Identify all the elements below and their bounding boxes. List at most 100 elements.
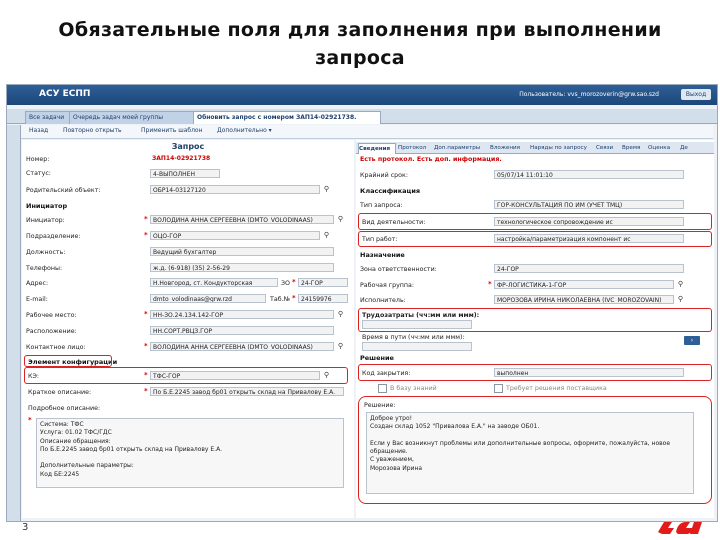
zone-label: Зона ответственности: xyxy=(360,266,437,273)
highlight-solution xyxy=(358,396,712,504)
tabno-field[interactable]: 24159976 xyxy=(298,294,348,303)
panel-title: Запрос xyxy=(171,142,205,151)
initiator-label: Инициатор: xyxy=(26,217,65,224)
detail-line: Дополнительные параметры: xyxy=(40,462,134,470)
number-value: ЗАП14-02921738 xyxy=(152,155,211,162)
apply-template-button[interactable]: Применить шаблон xyxy=(141,127,203,134)
tab-details[interactable]: Сведения xyxy=(358,143,396,154)
vendor-label: Требует решения поставщика xyxy=(506,385,607,392)
toolbar: Назад Повторно открыть Применить шаблон … xyxy=(21,125,713,139)
phones-field[interactable]: ж.д. (6-918) (35) 2-56-29 xyxy=(150,263,334,272)
contact-label: Контактное лицо: xyxy=(26,344,86,351)
tab-protocol[interactable]: Протокол xyxy=(398,143,432,153)
waittime-label: Время в пути (чч:мм или ммм): xyxy=(362,334,465,341)
zo-field[interactable]: 24-ГОР xyxy=(298,278,348,287)
left-strip xyxy=(7,125,21,521)
executor-label: Исполнитель: xyxy=(360,297,406,304)
position-label: Должность: xyxy=(26,249,66,256)
required-star: * xyxy=(144,215,148,223)
group-label: Рабочая группа: xyxy=(360,282,415,289)
tab-extra-params[interactable]: Доп.параметры xyxy=(434,143,488,153)
detail-desc-textarea[interactable]: Система: ТФС Услуга: 01.02 ТФС/ГДС Описа… xyxy=(36,418,344,488)
required-star: * xyxy=(488,280,492,288)
details-panel: Сведения Протокол Доп.параметры Вложения… xyxy=(356,140,714,518)
tabno-label: Таб.№ xyxy=(270,296,291,303)
executor-field[interactable]: МОРОЗОВА ИРИНА НИКОЛАЕВНА (IVC_MOROZOVAI… xyxy=(494,295,674,304)
tab-update-request[interactable]: Обновить запрос с номером ЗАП14-02921738… xyxy=(193,111,381,124)
back-button[interactable]: Назад xyxy=(29,127,48,134)
status-field[interactable]: 4-ВЫПОЛНЕН xyxy=(150,169,220,178)
req-type-field[interactable]: ГОР-КОНСУЛЬТАЦИЯ ПО ИМ (УЧЕТ ТМЦ) xyxy=(494,200,684,209)
deadline-field[interactable]: 05/07/14 11:01:10 xyxy=(494,170,684,179)
highlight-close-code xyxy=(358,364,712,381)
parent-field[interactable]: ОБР14-03127120 xyxy=(150,185,320,194)
main-tabs: Все задачи Очередь задач моей группы Обн… xyxy=(7,109,717,124)
rzd-logo xyxy=(658,522,702,534)
status-label: Статус: xyxy=(26,170,51,177)
required-star: * xyxy=(144,310,148,318)
app-window: АСУ ЕСПП Пользователь: vvs_morozoverin@g… xyxy=(6,84,718,522)
tab-all-tasks[interactable]: Все задачи xyxy=(25,111,73,124)
highlight-ke xyxy=(24,367,348,384)
tab-rating[interactable]: Оценка xyxy=(648,143,678,153)
page-number: 3 xyxy=(22,522,29,533)
tab-orders[interactable]: Наряды по запросу xyxy=(530,143,594,153)
expand-button[interactable]: › xyxy=(684,336,700,345)
parent-label: Родительский объект: xyxy=(26,187,101,194)
detail-line: Описание обращения: xyxy=(40,437,111,445)
required-star: * xyxy=(144,342,148,350)
search-icon[interactable]: ⚲ xyxy=(336,215,345,224)
app-header: АСУ ЕСПП Пользователь: vvs_morozoverin@g… xyxy=(7,85,717,105)
required-star: * xyxy=(144,231,148,239)
search-icon[interactable]: ⚲ xyxy=(322,185,331,194)
more-menu[interactable]: Дополнительно ▾ xyxy=(217,127,272,134)
zone-field[interactable]: 24-ГОР xyxy=(494,264,684,273)
short-desc-label: Краткое описание: xyxy=(28,389,92,396)
group-field[interactable]: ФР-ЛОГИСТИКА-1-ГОР xyxy=(494,280,674,289)
location-field[interactable]: НН.СОРТ.РВЦЗ.ГОР xyxy=(150,326,334,335)
detail-line: Услуга: 01.02 ТФС/ГДС xyxy=(40,429,112,437)
position-field[interactable]: Ведущий бухгалтер xyxy=(150,247,334,256)
assignment-section: Назначение xyxy=(360,251,405,259)
tab-more[interactable]: Де xyxy=(680,143,694,153)
deadline-label: Крайний срок: xyxy=(360,172,408,179)
required-star: * xyxy=(28,416,32,424)
email-field[interactable]: dmto_volodinaas@grw.rzd xyxy=(150,294,266,303)
highlight-worktype xyxy=(358,231,712,247)
app-name: АСУ ЕСПП xyxy=(39,89,91,99)
highlight-config-section xyxy=(24,355,112,367)
detail-line: По Б.Е.2245 завод бр01 открыть склад на … xyxy=(40,445,223,453)
tab-time[interactable]: Время xyxy=(622,143,646,153)
search-icon[interactable]: ⚲ xyxy=(336,310,345,319)
user-info: Пользователь: vvs_morozoverin@grw.sao.sz… xyxy=(519,91,659,98)
detail-desc-label: Подробное описание: xyxy=(28,405,101,412)
initiator-field[interactable]: ВОЛОДИНА АННА СЕРГЕЕВНА (DMTO_VOLODINAAS… xyxy=(150,215,334,224)
highlight-activity xyxy=(358,213,712,230)
division-field[interactable]: ОЦО-ГОР xyxy=(150,231,320,240)
tab-links[interactable]: Связи xyxy=(596,143,620,153)
phones-label: Телефоны: xyxy=(26,265,63,272)
vendor-checkbox[interactable] xyxy=(494,384,503,393)
search-icon[interactable]: ⚲ xyxy=(676,295,685,304)
detail-line xyxy=(40,454,340,462)
decision-section: Решение xyxy=(360,354,394,362)
workplace-field[interactable]: НН-ЗО.24.134.142-ГОР xyxy=(150,310,334,319)
details-tabs: Сведения Протокол Доп.параметры Вложения… xyxy=(356,142,714,154)
location-label: Расположение: xyxy=(26,328,77,335)
number-label: Номер: xyxy=(26,156,50,163)
kb-label: В базу знаний xyxy=(390,385,437,392)
tab-attachments[interactable]: Вложения xyxy=(490,143,528,153)
search-icon[interactable]: ⚲ xyxy=(676,280,685,289)
search-icon[interactable]: ⚲ xyxy=(322,231,331,240)
exit-button[interactable]: Выход xyxy=(681,89,711,100)
address-field[interactable]: Н.Новгород, ст. Кондукторская xyxy=(150,278,278,287)
reopen-button[interactable]: Повторно открыть xyxy=(63,127,122,134)
slide-title-line2: запроса xyxy=(315,47,405,69)
tab-group-queue[interactable]: Очередь задач моей группы xyxy=(69,111,197,124)
waittime-field[interactable] xyxy=(362,342,472,351)
short-desc-field[interactable]: По Б.Е.2245 завод бр01 открыть склад на … xyxy=(150,387,344,396)
kb-checkbox[interactable] xyxy=(378,384,387,393)
contact-field[interactable]: ВОЛОДИНА АННА СЕРГЕЕВНА (DMTO_VOLODINAAS… xyxy=(150,342,334,351)
required-star: * xyxy=(292,294,296,302)
search-icon[interactable]: ⚲ xyxy=(336,342,345,351)
